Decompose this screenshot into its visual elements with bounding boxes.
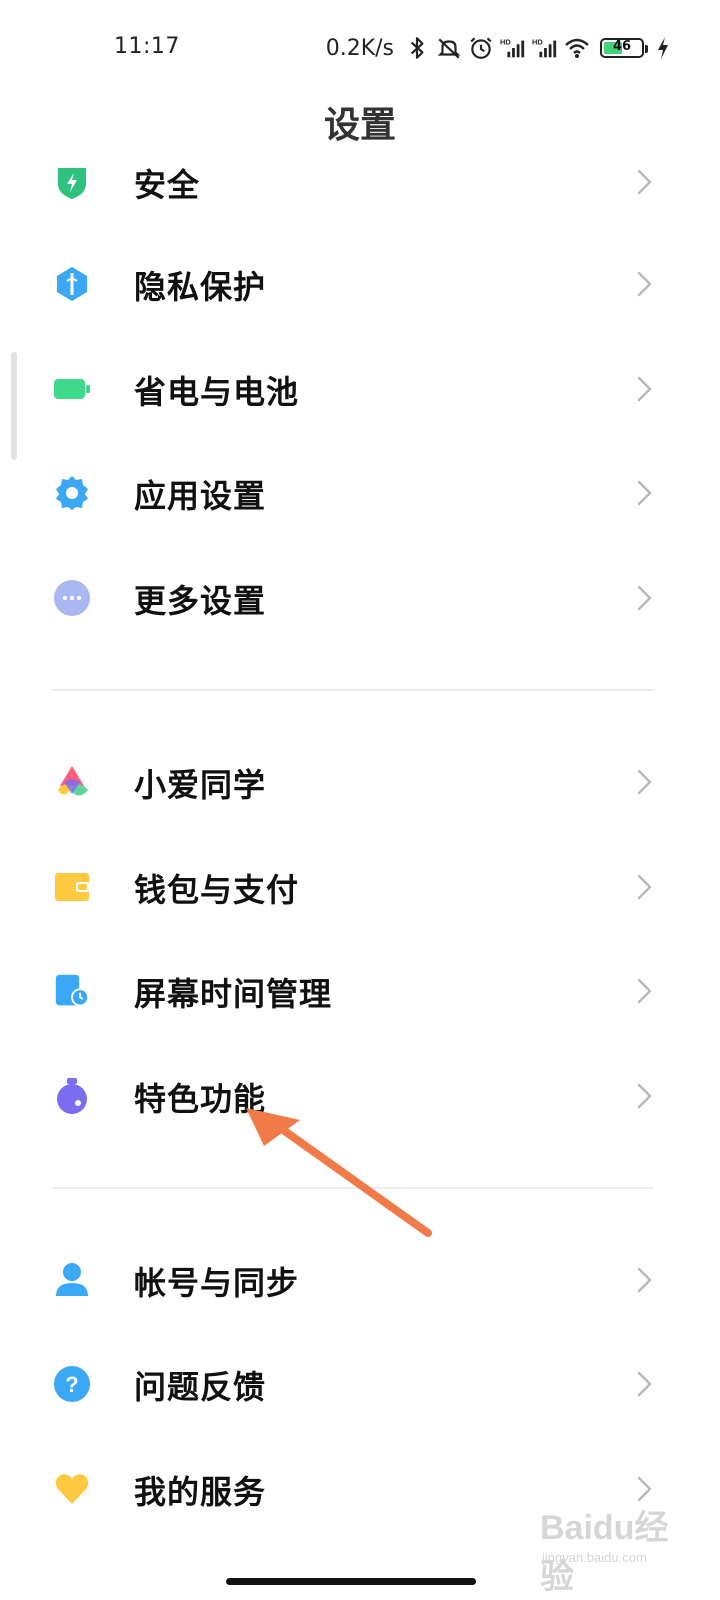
- gear-icon: [54, 475, 90, 511]
- settings-item-label: 屏幕时间管理: [134, 975, 333, 1013]
- chevron-right-icon: [634, 873, 654, 901]
- settings-item-xiaoai[interactable]: 小爱同学: [0, 730, 720, 834]
- security-shield-icon: [54, 164, 90, 200]
- chevron-right-icon: [634, 375, 654, 403]
- group-divider: [52, 1187, 654, 1189]
- xiaoai-icon: [54, 764, 90, 800]
- wallet-icon: [54, 869, 90, 905]
- battery-icon: [54, 371, 90, 407]
- group-divider: [52, 689, 654, 691]
- settings-item-more-dots[interactable]: 更多设置: [0, 546, 720, 650]
- settings-item-label: 隐私保护: [134, 268, 267, 306]
- screen-time-icon: [54, 973, 90, 1009]
- special-features-icon: [54, 1078, 90, 1114]
- chevron-right-icon: [634, 479, 654, 507]
- chevron-right-icon: [634, 168, 654, 196]
- settings-item-label: 省电与电池: [134, 373, 300, 411]
- settings-item-label: 钱包与支付: [134, 871, 300, 909]
- alarm-icon: [470, 37, 492, 59]
- settings-item-wallet[interactable]: 钱包与支付: [0, 835, 720, 939]
- privacy-icon: [54, 266, 90, 302]
- settings-item-label: 我的服务: [134, 1473, 267, 1511]
- settings-item-battery[interactable]: 省电与电池: [0, 337, 720, 441]
- chevron-right-icon: [634, 977, 654, 1005]
- bluetooth-icon: [410, 37, 424, 59]
- settings-item-special-features[interactable]: 特色功能: [0, 1044, 720, 1148]
- home-indicator[interactable]: [226, 1578, 476, 1585]
- settings-item-label: 更多设置: [134, 582, 267, 620]
- settings-item-label: 特色功能: [134, 1080, 267, 1118]
- chevron-right-icon: [634, 1370, 654, 1398]
- battery-level: 46: [612, 39, 632, 54]
- svg-text:HD: HD: [532, 37, 543, 46]
- battery-icon: 46: [600, 38, 648, 58]
- mute-icon: [437, 38, 461, 59]
- watermark-text: Baidu经验: [540, 1509, 669, 1596]
- chevron-right-icon: [634, 768, 654, 796]
- feedback-icon: ?: [54, 1366, 90, 1402]
- svg-text:?: ?: [65, 1372, 78, 1397]
- settings-item-gear[interactable]: 应用设置: [0, 441, 720, 545]
- chevron-right-icon: [634, 270, 654, 298]
- hd-signal-icon: HD: [532, 37, 557, 58]
- watermark-url: jingyan.baidu.com: [542, 1550, 647, 1565]
- net-speed: 0.2K/s: [325, 35, 394, 61]
- settings-item-label: 安全: [134, 166, 201, 204]
- chevron-right-icon: [634, 1082, 654, 1110]
- settings-item-screen-time[interactable]: 屏幕时间管理: [0, 939, 720, 1043]
- settings-item-privacy[interactable]: 隐私保护: [0, 232, 720, 336]
- more-dots-icon: [54, 580, 90, 616]
- baidu-watermark: Baidu经验 jingyan.baidu.com: [540, 1492, 680, 1596]
- status-bar: 11:17 0.2K/s HD HD 46: [0, 0, 720, 96]
- svg-text:HD: HD: [500, 37, 511, 46]
- settings-item-label: 帐号与同步: [134, 1264, 300, 1302]
- settings-item-feedback[interactable]: ? 问题反馈: [0, 1332, 720, 1436]
- settings-item-security-shield[interactable]: 安全: [0, 130, 720, 234]
- charging-icon: [658, 37, 668, 59]
- settings-item-label: 应用设置: [134, 477, 267, 515]
- settings-item-label: 问题反馈: [134, 1368, 267, 1406]
- heart-icon: [54, 1471, 90, 1507]
- account-icon: [54, 1262, 90, 1298]
- status-icons: 0.2K/s HD HD 46: [326, 32, 670, 64]
- wifi-icon: [565, 38, 589, 58]
- chevron-right-icon: [634, 1266, 654, 1294]
- chevron-right-icon: [634, 584, 654, 612]
- settings-item-account[interactable]: 帐号与同步: [0, 1228, 720, 1332]
- settings-item-label: 小爱同学: [134, 766, 267, 804]
- status-time: 11:17: [114, 34, 180, 59]
- hd-signal-icon: HD: [500, 37, 525, 58]
